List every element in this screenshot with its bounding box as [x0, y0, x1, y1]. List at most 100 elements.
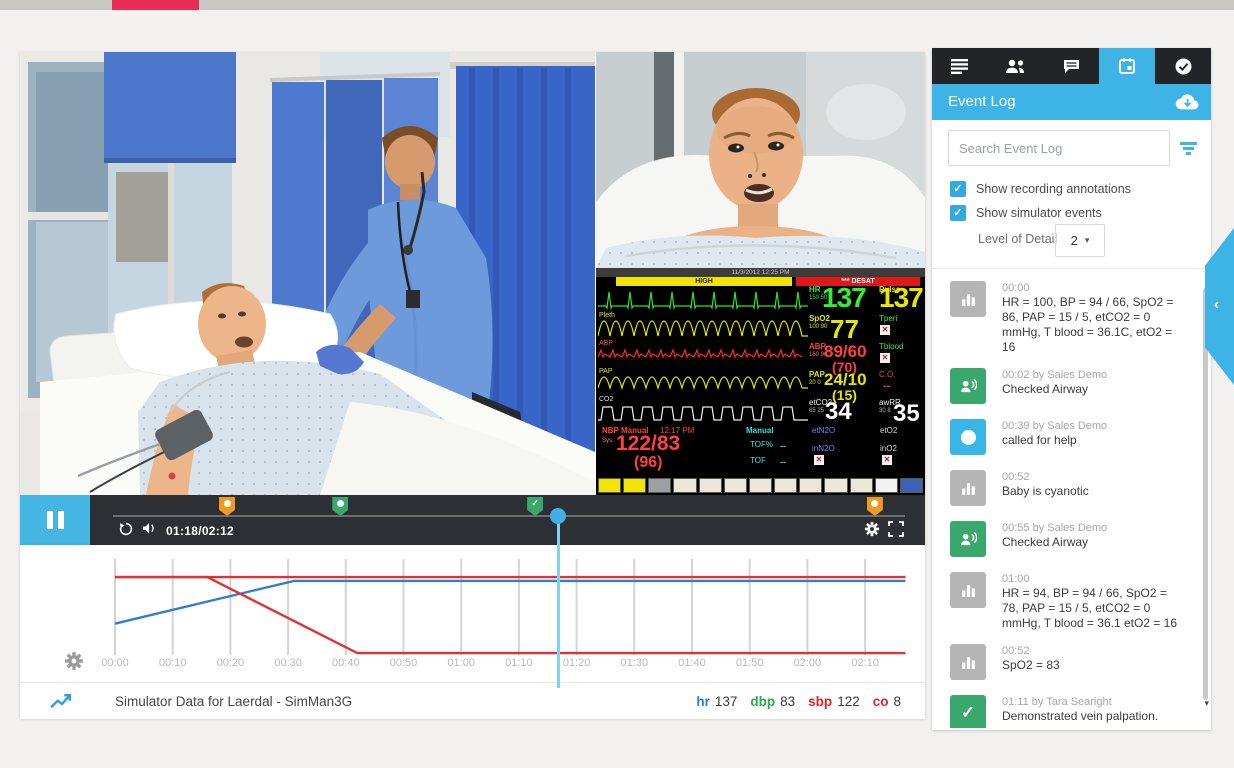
vital-hr: hr137	[696, 694, 737, 709]
level-of-detail-select[interactable]: 2 ▾	[1055, 224, 1105, 257]
x-tick-label: 00:20	[201, 657, 259, 669]
monitor-datetime: 11/3/2012 12:25 PM	[596, 268, 925, 277]
playhead-handle[interactable]	[550, 508, 566, 524]
monitor-toolbar-button	[598, 478, 621, 493]
top-strip-accent	[112, 0, 199, 10]
tofp-label: TOF%	[750, 440, 773, 449]
chevron-left-icon: ‹	[1214, 296, 1219, 313]
trend-icon	[50, 693, 72, 710]
trend-series-red-line-falling	[115, 577, 905, 653]
monitor-toolbar-button	[774, 478, 797, 493]
chart-settings-gear-icon[interactable]	[64, 651, 84, 671]
x-tick-label: 02:10	[836, 657, 894, 669]
event-log-item[interactable]: 00:52Baby is cyanotic	[950, 470, 1181, 508]
bar-chart-icon	[960, 654, 977, 671]
filter-icon[interactable]	[1180, 142, 1197, 155]
volume-icon[interactable]	[142, 521, 158, 537]
event-log-item[interactable]: 00:39 by Sales Democalled for help	[950, 419, 1181, 457]
monitor-alarm-high: HIGH	[616, 277, 792, 286]
x-tick-label: 01:00	[432, 657, 490, 669]
manikin-closeup-video[interactable]	[596, 52, 925, 268]
monitor-toolbar-button	[623, 478, 646, 493]
bar-chart-icon	[960, 291, 977, 308]
tblood-disconnected-icon: ✕	[880, 353, 890, 363]
tab-notes[interactable]	[932, 48, 988, 84]
x-tick-label: 02:00	[778, 657, 836, 669]
pause-button[interactable]	[20, 495, 90, 545]
trend-chart-panel: 00:0000:1000:2000:3000:4000:5001:0001:10…	[20, 545, 925, 718]
co-label: C.O.	[879, 370, 895, 379]
video-stage[interactable]: 11/3/2012 12:25 PM HIGH *** DESAT Pleth …	[20, 52, 925, 545]
timeline-marker-orange[interactable]	[219, 497, 235, 516]
abp-wave-label: ABP	[599, 340, 613, 347]
tab-people[interactable]	[988, 48, 1044, 84]
timeline-marker-orange[interactable]	[867, 497, 883, 516]
event-log-header: Event Log	[932, 84, 1211, 120]
level-of-detail-value: 2	[1071, 233, 1078, 248]
event-log-item[interactable]: 00:55 by Sales DemoChecked Airway	[950, 521, 1181, 559]
event-text: HR = 100, BP = 94 / 66, SpO2 = 86, PAP =…	[1002, 295, 1181, 355]
tab-chat[interactable]	[1044, 48, 1100, 84]
x-tick-label: 00:10	[144, 657, 202, 669]
x-tick-label: 01:30	[605, 657, 663, 669]
scrollbar-down-arrow[interactable]: ▾	[1204, 698, 1209, 709]
inn2o-disconnected-icon: ✕	[814, 455, 824, 465]
timeline-marker-green-check[interactable]: ✓	[527, 497, 543, 516]
video-controls: ✓ 01:18/02:12	[20, 495, 925, 545]
co2-waveform	[598, 398, 808, 424]
x-tick-label: 00:40	[317, 657, 375, 669]
search-input[interactable]	[948, 130, 1170, 166]
pulse-value: 137	[879, 282, 923, 314]
check-annotation-icon: ✓	[961, 703, 975, 723]
pap-waveform	[598, 370, 808, 396]
simulator-data-footer: Simulator Data for Laerdal - SimMan3G hr…	[20, 682, 925, 719]
bar-chart-icon	[960, 582, 977, 599]
checkbox-icon: ✓	[950, 205, 966, 221]
show-recording-annotations-checkbox[interactable]: ✓ Show recording annotations	[950, 181, 1131, 197]
event-log-item[interactable]: 00:00HR = 100, BP = 94 / 66, SpO2 = 86, …	[950, 281, 1181, 355]
timeline-marker-green[interactable]	[332, 497, 348, 516]
tab-event-log[interactable]	[1099, 48, 1155, 84]
co-value: --	[883, 380, 890, 392]
event-timestamp: 01:00	[1002, 572, 1181, 586]
vital-sbp: sbp122	[808, 694, 860, 709]
pap-wave-label: PAP	[599, 368, 613, 375]
event-log-panel: Event Log ✓ Show recording annotations ✓…	[932, 48, 1211, 730]
show-simulator-events-checkbox[interactable]: ✓ Show simulator events	[950, 205, 1102, 221]
monitor-toolbar-button	[673, 478, 696, 493]
fullscreen-icon[interactable]	[888, 521, 904, 537]
patient-monitor-video[interactable]: 11/3/2012 12:25 PM HIGH *** DESAT Pleth …	[596, 268, 925, 495]
simulation-room-video[interactable]	[20, 52, 595, 495]
vital-co: co8	[873, 694, 901, 709]
event-timestamp: 00:02 by Sales Demo	[1002, 368, 1181, 382]
manual-label: Manual	[746, 426, 774, 435]
event-log-item[interactable]: 00:02 by Sales DemoChecked Airway	[950, 368, 1181, 406]
pap-label: PAP	[809, 370, 825, 379]
monitor-toolbar-button	[749, 478, 772, 493]
monitor-toolbar	[598, 478, 923, 493]
event-log-item[interactable]: 01:00HR = 94, BP = 94 / 66, SpO2 = 78, P…	[950, 572, 1181, 631]
level-of-detail-label: Level of Detail	[978, 232, 1057, 246]
video-timeline[interactable]	[113, 515, 905, 517]
gear-icon[interactable]	[864, 521, 880, 537]
monitor-toolbar-button	[699, 478, 722, 493]
awrr-limits: 30 8	[879, 408, 891, 414]
event-timestamp: 01:11 by Tara Searight	[1002, 695, 1181, 709]
event-text: Baby is cyanotic	[1002, 484, 1181, 499]
event-log-item[interactable]: ✓01:11 by Tara SearightDemonstrated vein…	[950, 695, 1181, 728]
ino2-disconnected-icon: ✕	[882, 455, 892, 465]
tof-label: TOF	[750, 456, 766, 465]
x-tick-label: 00:30	[259, 657, 317, 669]
simulator-data-title: Simulator Data for Laerdal - SimMan3G	[115, 694, 352, 709]
event-list: 00:00HR = 100, BP = 94 / 66, SpO2 = 86, …	[932, 268, 1211, 728]
monitor-toolbar-button	[648, 478, 671, 493]
playhead-line[interactable]	[557, 516, 560, 688]
ino2-label: inO2	[880, 444, 897, 453]
etco2-limits: 65 25	[809, 408, 824, 414]
tab-assessment[interactable]	[1155, 48, 1211, 84]
replay-icon[interactable]	[118, 521, 134, 537]
event-log-item[interactable]: 00:52SpO2 = 83	[950, 644, 1181, 682]
spo2-label: SpO2	[809, 314, 830, 323]
cloud-download-icon[interactable]	[1175, 93, 1199, 111]
voice-annotation-icon	[960, 531, 977, 548]
